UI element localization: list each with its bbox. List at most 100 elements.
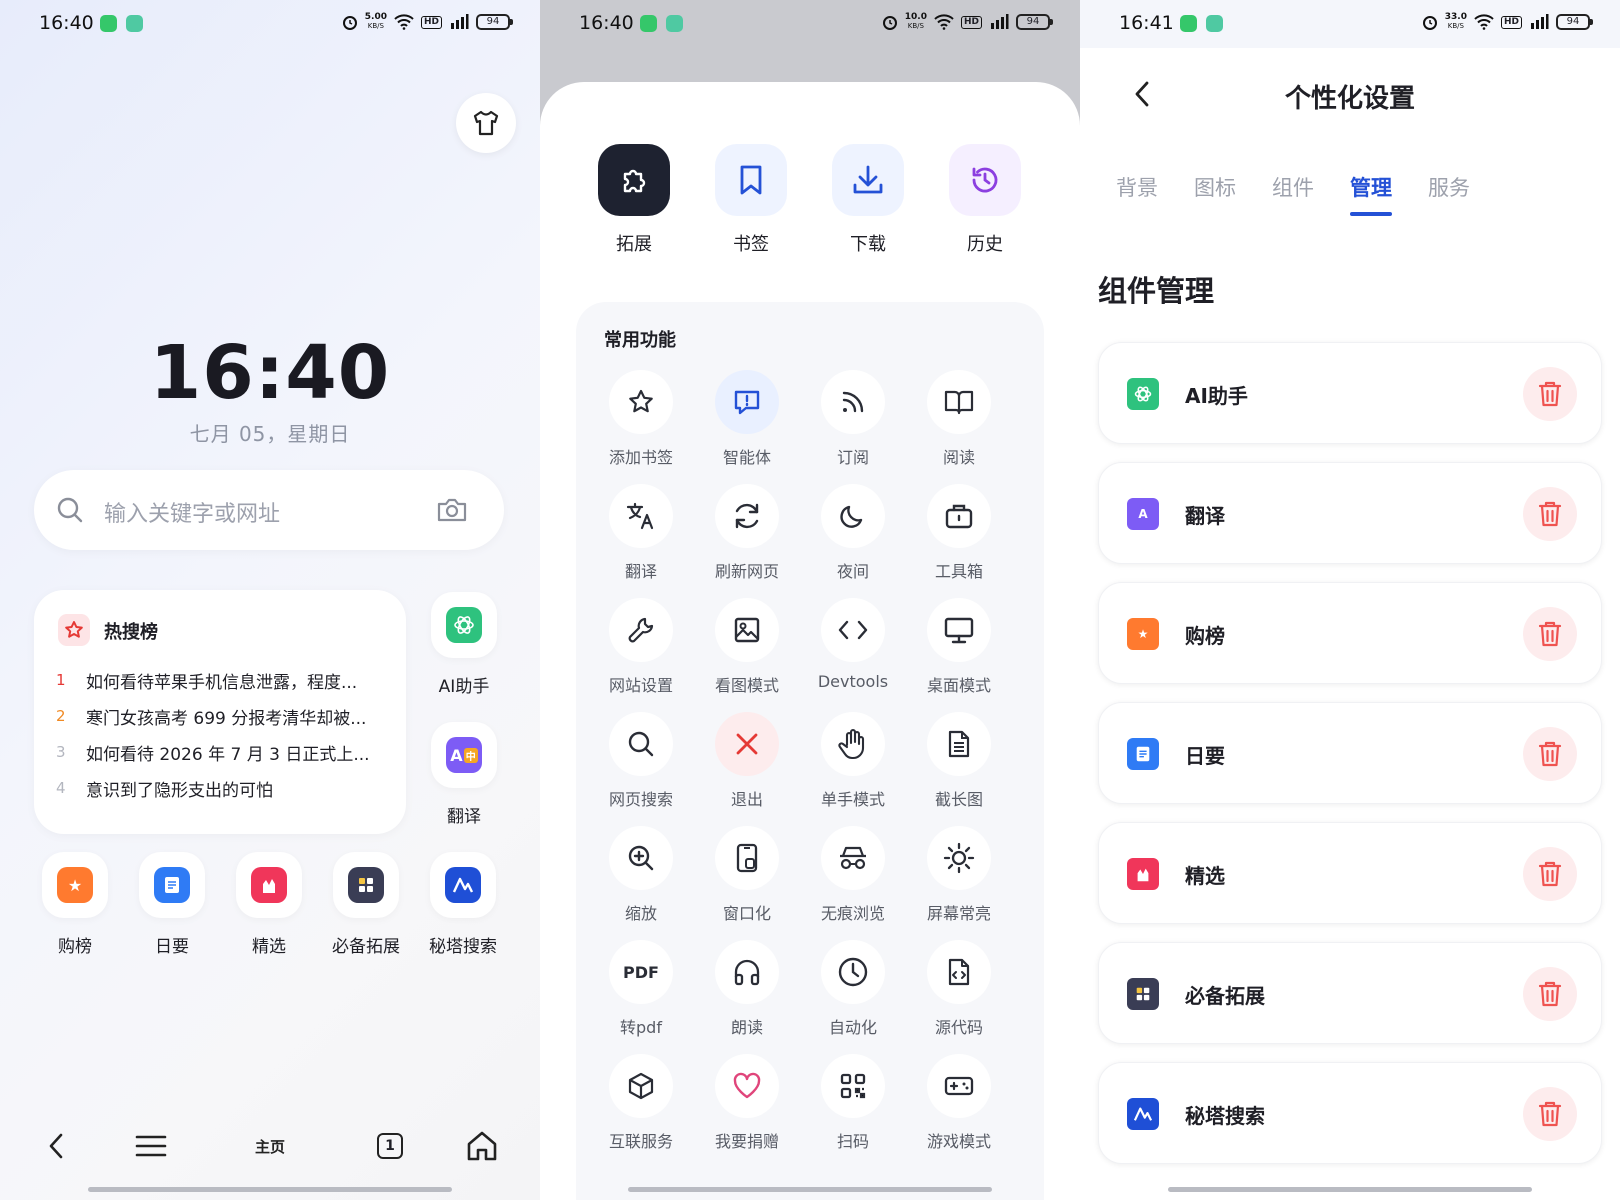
function-automation[interactable]: 自动化 xyxy=(800,940,906,1037)
status-icons: 33.0 KB/S HD 94 xyxy=(1422,13,1593,31)
function-devtools[interactable]: Devtools xyxy=(800,598,906,692)
notification-app-icon xyxy=(640,15,657,32)
history-icon xyxy=(972,167,998,193)
function-refresh[interactable]: 刷新网页 xyxy=(694,484,800,581)
function-agent[interactable]: 智能体 xyxy=(694,370,800,467)
function-toolbox[interactable]: 工具箱 xyxy=(906,484,1012,581)
delete-button[interactable] xyxy=(1523,967,1577,1021)
hot-item[interactable]: 4 意识到了隐形支出的可怕 xyxy=(56,770,396,806)
delete-button[interactable] xyxy=(1523,487,1577,541)
gesture-bar xyxy=(1168,1187,1532,1192)
function-image-mode[interactable]: 看图模式 xyxy=(694,598,800,695)
tab-widgets[interactable]: 组件 xyxy=(1272,172,1314,216)
widget-row[interactable]: 日要 xyxy=(1098,702,1602,804)
notification-app-icon xyxy=(100,15,117,32)
home-tab-button[interactable]: 主页 xyxy=(232,1110,308,1182)
function-zoom[interactable]: 缩放 xyxy=(588,826,694,923)
toolbox-icon xyxy=(945,504,973,529)
shortcut-ai-assistant[interactable]: AI助手 xyxy=(416,592,512,697)
rss-icon xyxy=(842,391,864,413)
translate-icon: A中 xyxy=(446,737,482,773)
widget-row[interactable]: AI助手 xyxy=(1098,342,1602,444)
widget-name: AI助手 xyxy=(1185,384,1248,408)
shopping-rank-icon: ★ xyxy=(1127,618,1159,650)
network-speed: 10.0 KB/S xyxy=(904,12,927,31)
featured-icon xyxy=(1127,858,1159,890)
tabs-button[interactable]: 1 xyxy=(370,1110,410,1182)
hot-item[interactable]: 2 寒门女孩高考 699 分报考清华却被... xyxy=(56,698,396,734)
function-add-bookmark[interactable]: 添加书签 xyxy=(588,370,694,467)
shortcut-shopping-rank[interactable]: ★ 购榜 xyxy=(27,852,123,957)
function-translate[interactable]: 翻译 xyxy=(588,484,694,581)
function-windowed[interactable]: 窗口化 xyxy=(694,826,800,923)
function-site-settings[interactable]: 网站设置 xyxy=(588,598,694,695)
function-incognito[interactable]: 无痕浏览 xyxy=(800,826,906,923)
hot-item[interactable]: 3 如何看待 2026 年 7 月 3 日正式上... xyxy=(56,734,396,770)
function-to-pdf[interactable]: PDF 转pdf xyxy=(588,940,694,1037)
zoom-in-icon xyxy=(628,845,654,871)
function-scan[interactable]: 扫码 xyxy=(800,1054,906,1151)
widget-row[interactable]: 精选 xyxy=(1098,822,1602,924)
signal-icon xyxy=(991,14,1009,29)
translate-icon xyxy=(626,502,654,530)
shortcut-metaso-search[interactable]: 秘塔搜索 xyxy=(415,852,511,957)
tab-services[interactable]: 服务 xyxy=(1428,172,1470,216)
widget-name: 翻译 xyxy=(1185,504,1225,528)
function-exit[interactable]: 退出 xyxy=(694,712,800,809)
function-grid: 添加书签 智能体 订阅 阅读 翻译 刷新网页 夜间 工具箱 网站设置 看图模式 … xyxy=(588,370,1032,1151)
delete-button[interactable] xyxy=(1523,727,1577,781)
function-game-mode[interactable]: 游戏模式 xyxy=(906,1054,1012,1151)
battery-indicator: 94 xyxy=(1556,14,1593,30)
widget-row[interactable]: 必备拓展 xyxy=(1098,942,1602,1044)
shortcut-featured[interactable]: 精选 xyxy=(221,852,317,957)
headphones-icon xyxy=(734,959,760,986)
camera-icon[interactable] xyxy=(436,496,468,524)
widget-row[interactable]: A 翻译 xyxy=(1098,462,1602,564)
essential-extensions-icon xyxy=(348,867,384,903)
theme-button[interactable] xyxy=(456,93,516,153)
shortcut-translate[interactable]: A中 翻译 xyxy=(416,722,512,827)
common-functions-title: 常用功能 xyxy=(604,330,676,351)
function-night-mode[interactable]: 夜间 xyxy=(800,484,906,581)
settings-screen: 16:41 33.0 KB/S HD 94 个性化设置 背景 图标 组件 管理 服… xyxy=(1080,0,1620,1200)
hot-item[interactable]: 1 如何看待苹果手机信息泄露，程度... xyxy=(56,662,396,698)
battery-indicator: 94 xyxy=(1016,14,1053,30)
tab-background[interactable]: 背景 xyxy=(1116,172,1158,216)
function-read-aloud[interactable]: 朗读 xyxy=(694,940,800,1037)
function-source-code[interactable]: 源代码 xyxy=(906,940,1012,1037)
function-reader[interactable]: 阅读 xyxy=(906,370,1012,467)
menu-button[interactable] xyxy=(128,1110,174,1182)
function-desktop-mode[interactable]: 桌面模式 xyxy=(906,598,1012,695)
chevron-left-icon xyxy=(49,1133,63,1159)
hot-search-card[interactable]: 热搜榜 1 如何看待苹果手机信息泄露，程度... 2 寒门女孩高考 699 分报考清… xyxy=(34,590,406,834)
metaso-search-icon xyxy=(1127,1098,1159,1130)
function-long-screenshot[interactable]: 截长图 xyxy=(906,712,1012,809)
function-one-hand[interactable]: 单手模式 xyxy=(800,712,906,809)
back-button[interactable] xyxy=(36,1110,76,1182)
delete-button[interactable] xyxy=(1523,847,1577,901)
shortcut-essential-extensions[interactable]: 必备拓展 xyxy=(318,852,414,957)
widget-row[interactable]: 秘塔搜索 xyxy=(1098,1062,1602,1164)
tab-manage[interactable]: 管理 xyxy=(1350,172,1392,216)
delete-button[interactable] xyxy=(1523,367,1577,421)
function-donate[interactable]: 我要捐赠 xyxy=(694,1054,800,1151)
bookmarks-button[interactable]: 书签 xyxy=(706,144,796,256)
shortcut-daily-news[interactable]: 日要 xyxy=(124,852,220,957)
tab-icons[interactable]: 图标 xyxy=(1194,172,1236,216)
delete-button[interactable] xyxy=(1523,1087,1577,1141)
downloads-button[interactable]: 下载 xyxy=(823,144,913,256)
widget-row[interactable]: ★ 购榜 xyxy=(1098,582,1602,684)
search-input[interactable]: 输入关键字或网址 xyxy=(34,470,504,550)
function-connected-services[interactable]: 互联服务 xyxy=(588,1054,694,1151)
sun-icon xyxy=(943,842,975,874)
trash-icon xyxy=(1538,621,1562,647)
history-button[interactable]: 历史 xyxy=(940,144,1030,256)
status-time: 16:41 xyxy=(1119,12,1174,34)
function-page-search[interactable]: 网页搜索 xyxy=(588,712,694,809)
function-keep-screen-on[interactable]: 屏幕常亮 xyxy=(906,826,1012,923)
extensions-button[interactable]: 拓展 xyxy=(589,144,679,256)
source-code-icon xyxy=(948,958,970,986)
home-button[interactable] xyxy=(460,1110,504,1182)
delete-button[interactable] xyxy=(1523,607,1577,661)
function-subscribe[interactable]: 订阅 xyxy=(800,370,906,467)
